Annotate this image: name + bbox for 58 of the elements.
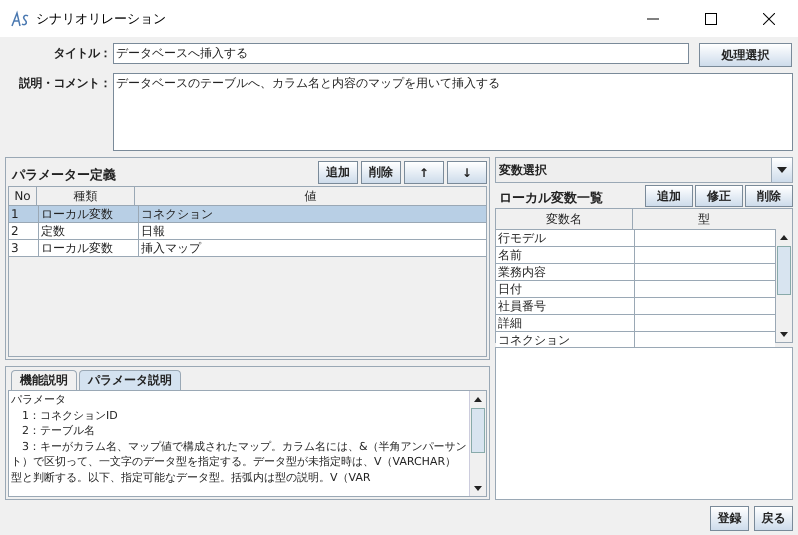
panel-title: ローカル変数一覧 bbox=[498, 190, 604, 207]
toolbar-button[interactable]: 削除 bbox=[361, 161, 401, 184]
tab[interactable]: パラメータ説明 bbox=[79, 370, 181, 390]
description-field[interactable]: データベースのテーブルへ、カラム名と内容のマップを用いて挿入する bbox=[113, 73, 793, 151]
toolbar-button[interactable]: 追加 bbox=[318, 161, 358, 184]
help-text-line: 1：コネクションID bbox=[21, 408, 119, 423]
column-header[interactable]: 変数名 bbox=[496, 209, 633, 229]
footer-button[interactable]: 戻る bbox=[754, 506, 793, 531]
down-arrow-icon bbox=[473, 484, 483, 492]
column-header[interactable]: No bbox=[9, 187, 37, 205]
table-cell: 1 bbox=[9, 206, 39, 222]
panel-title: パラメーター定義 bbox=[10, 166, 117, 184]
table-cell: 詳細 bbox=[496, 315, 635, 331]
column-header[interactable]: 値 bbox=[135, 187, 486, 205]
table-cell: 行モデル bbox=[496, 230, 635, 246]
table-row[interactable]: 3 ローカル変数 挿入マップ bbox=[9, 240, 486, 257]
app-logo-icon bbox=[10, 10, 30, 28]
field-label: タイトル： bbox=[52, 45, 112, 62]
field-label: 説明・コメント： bbox=[18, 75, 112, 92]
table-cell: 定数 bbox=[39, 223, 139, 239]
help-text-line: 3：キーがカラム名、マップ値で構成されたマップ。カラム名には、&（半角アンパーサント）で区切って、一文字のデータ型を指定する。データ型が未指定時は、V（VARCHAR）型と判断する。以下、指定可能なデータ型。括弧内は型の説明。V（VAR bbox=[11, 438, 467, 485]
down-arrow-icon bbox=[779, 330, 789, 338]
up-arrow-icon bbox=[473, 396, 483, 402]
tab[interactable]: 機能説明 bbox=[11, 370, 77, 390]
toolbar-button[interactable]: ↓ bbox=[447, 161, 487, 184]
table-cell-text: 日報 bbox=[140, 223, 166, 239]
help-text-line: 2：テーブル名 bbox=[21, 423, 96, 438]
table-cell: 2 bbox=[9, 223, 39, 239]
toolbar-button[interactable]: ↑ bbox=[404, 161, 444, 184]
close-icon[interactable] bbox=[763, 12, 775, 24]
title-field[interactable]: データベースへ挿入する bbox=[113, 43, 689, 64]
variable-select-dropdown[interactable]: 変数選択 bbox=[495, 157, 793, 183]
help-text-line: パラメータ bbox=[11, 392, 67, 408]
up-arrow-icon bbox=[779, 234, 789, 240]
process-select-button[interactable]: 処理選択 bbox=[699, 43, 792, 67]
table-cell: 社員番号 bbox=[496, 298, 635, 314]
scrollbar[interactable] bbox=[469, 391, 486, 496]
toolbar-button[interactable]: 修正 bbox=[695, 185, 743, 207]
toolbar-button[interactable]: 削除 bbox=[745, 185, 793, 207]
maximize-icon[interactable] bbox=[705, 12, 717, 24]
table-cell: 業務内容 bbox=[496, 264, 635, 280]
column-header[interactable]: 種類 bbox=[37, 187, 135, 205]
table-cell: 名前 bbox=[496, 247, 635, 263]
table-cell: ローカル変数 bbox=[39, 240, 139, 256]
table-row[interactable]: 1 ローカル変数 コネクション bbox=[9, 206, 486, 223]
table-row[interactable]: 2 定数 日報 bbox=[9, 223, 486, 240]
window-title: シナリオリレーション bbox=[36, 10, 167, 28]
toolbar-button[interactable]: 追加 bbox=[645, 185, 693, 207]
column-header[interactable]: 型 bbox=[633, 209, 775, 229]
dropdown-value: 変数選択 bbox=[499, 162, 548, 178]
table-cell: 3 bbox=[9, 240, 39, 256]
scrollbar[interactable] bbox=[775, 229, 792, 342]
table-cell-text: 挿入マップ bbox=[140, 240, 202, 256]
footer-button[interactable]: 登録 bbox=[710, 506, 749, 531]
table-cell-text: コネクション bbox=[140, 206, 214, 222]
table-cell: ローカル変数 bbox=[39, 206, 139, 222]
table-cell: 日付 bbox=[496, 281, 635, 297]
dropdown-arrow-icon bbox=[776, 166, 788, 174]
